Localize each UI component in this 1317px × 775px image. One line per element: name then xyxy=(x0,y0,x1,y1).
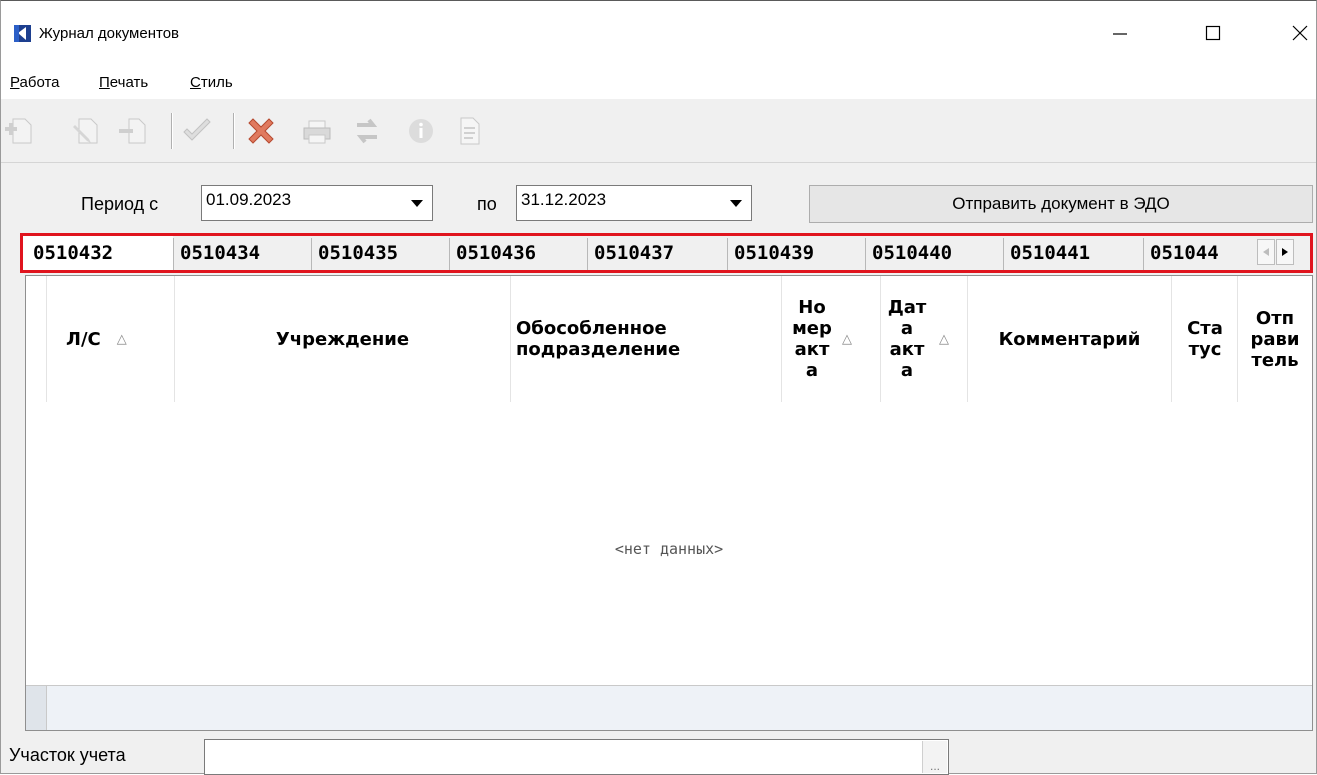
column-header-nomer-akta[interactable]: Но мер акт а △ xyxy=(782,276,880,402)
menu-pechat[interactable]: Печать xyxy=(99,74,148,91)
send-to-edo-button[interactable]: Отправить документ в ЭДО xyxy=(809,185,1313,223)
column-header-label: Отп xyxy=(1255,307,1295,329)
period-to-label: по xyxy=(477,194,497,214)
menu-label: тиль xyxy=(200,74,233,91)
document-journal-window: Журнал документов Работа Печать Стиль Пе… xyxy=(0,0,1317,775)
column-header-label: тус xyxy=(1188,339,1222,360)
chevron-down-icon[interactable] xyxy=(722,187,750,219)
minimize-button[interactable] xyxy=(1098,15,1142,51)
close-button[interactable] xyxy=(1278,15,1317,51)
empty-grid-message: <нет данных> xyxy=(614,540,724,558)
sort-indicator-icon: △ xyxy=(842,331,852,347)
column-header-uchrezhdenie[interactable]: Учреждение xyxy=(175,276,510,402)
menu-rabota[interactable]: Работа xyxy=(10,74,60,91)
close-icon xyxy=(1292,25,1308,41)
column-header-label: Обособленное xyxy=(516,318,667,339)
toolbar xyxy=(1,99,1316,163)
refresh-icon[interactable] xyxy=(351,115,383,147)
edit-icon[interactable] xyxy=(71,115,103,147)
menu-accel: П xyxy=(99,74,110,91)
documents-grid[interactable]: Л/С △ Учреждение Обособленное подразделе… xyxy=(25,275,1313,731)
tab-scroll-left[interactable] xyxy=(1257,239,1275,265)
column-header-label: Ста xyxy=(1187,318,1223,339)
copy-icon[interactable] xyxy=(117,115,149,147)
tab-scroll-right[interactable] xyxy=(1276,239,1294,265)
tab-0510432[interactable]: 0510432 xyxy=(23,236,173,270)
column-header-label: мер xyxy=(792,318,832,339)
report-icon[interactable] xyxy=(453,115,485,147)
app-icon xyxy=(14,25,31,42)
minimize-icon xyxy=(1113,33,1127,35)
column-header-label: рави xyxy=(1250,328,1300,350)
column-header-label: тель xyxy=(1251,349,1299,371)
maximize-button[interactable] xyxy=(1191,15,1235,51)
column-header-obosoblennoe[interactable]: Обособленное подразделение xyxy=(516,276,781,402)
column-header-label: Но xyxy=(798,297,826,318)
chevron-right-icon xyxy=(1282,248,1288,256)
menu-accel: С xyxy=(190,74,201,91)
toolbar-separator xyxy=(233,113,235,149)
column-header-label: акт xyxy=(889,339,925,360)
tab-0510440[interactable]: 0510440 xyxy=(865,238,1003,270)
add-icon[interactable] xyxy=(3,115,35,147)
uchastok-label: Участок учета xyxy=(9,745,126,765)
column-header-label: Л/С xyxy=(66,328,101,350)
column-header-ls[interactable]: Л/С △ xyxy=(66,276,146,402)
tab-0510435[interactable]: 0510435 xyxy=(311,238,449,270)
info-icon[interactable] xyxy=(405,115,437,147)
row-indicator xyxy=(26,686,47,730)
column-header-label: Комментарий xyxy=(998,328,1141,350)
menu-label: ечать xyxy=(109,74,149,91)
column-header-status[interactable]: Ста тус xyxy=(1172,276,1238,402)
menu-accel: Р xyxy=(10,74,20,91)
period-to-combobox[interactable]: 31.12.2023 xyxy=(516,185,752,221)
sort-indicator-icon: △ xyxy=(939,331,949,347)
column-header-label: Учреждение xyxy=(275,328,410,350)
grid-footer-row xyxy=(26,685,1312,730)
tab-0510437[interactable]: 0510437 xyxy=(587,238,727,270)
column-header-label: а xyxy=(900,360,914,381)
uchastok-field[interactable]: ... xyxy=(204,739,949,775)
window-title: Журнал документов xyxy=(39,25,180,42)
column-header-label: а xyxy=(900,318,914,339)
column-header-label: акт xyxy=(794,339,830,360)
form-tabs: 0510432 0510434 0510435 0510436 0510437 … xyxy=(20,233,1313,273)
chevron-left-icon xyxy=(1263,248,1269,256)
column-separator xyxy=(46,276,47,402)
uchastok-lookup-button[interactable]: ... xyxy=(922,741,947,773)
period-to-value: 31.12.2023 xyxy=(521,190,607,209)
title-bar: Журнал документов xyxy=(1,1,1316,67)
column-header-label: подразделение xyxy=(516,339,681,360)
tab-0510441[interactable]: 0510441 xyxy=(1003,238,1143,270)
maximize-icon xyxy=(1205,25,1221,41)
column-header-label: Дат xyxy=(887,297,927,318)
period-from-value: 01.09.2023 xyxy=(206,190,292,209)
delete-icon[interactable] xyxy=(245,115,277,147)
tab-0510436[interactable]: 0510436 xyxy=(449,238,587,270)
column-header-otpravitel[interactable]: Отп рави тель xyxy=(1238,276,1312,402)
column-separator xyxy=(510,276,511,402)
chevron-down-icon[interactable] xyxy=(403,187,431,219)
period-from-label: Период с xyxy=(81,194,159,214)
check-icon[interactable] xyxy=(181,115,213,147)
menu-stil[interactable]: Стиль xyxy=(190,74,233,91)
period-from-combobox[interactable]: 01.09.2023 xyxy=(201,185,433,221)
column-header-label: а xyxy=(805,360,819,381)
tab-0510439[interactable]: 0510439 xyxy=(727,238,865,270)
sort-indicator-icon: △ xyxy=(116,331,127,347)
tab-051044x[interactable]: 051044 xyxy=(1143,238,1263,270)
column-header-kommentariy[interactable]: Комментарий xyxy=(968,276,1171,402)
toolbar-separator xyxy=(171,113,173,149)
print-icon[interactable] xyxy=(301,115,333,147)
menu-bar: Работа Печать Стиль xyxy=(1,67,1316,99)
tab-0510434[interactable]: 0510434 xyxy=(173,238,311,270)
menu-label: абота xyxy=(19,74,60,91)
column-header-data-akta[interactable]: Дат а акт а △ xyxy=(881,276,967,402)
